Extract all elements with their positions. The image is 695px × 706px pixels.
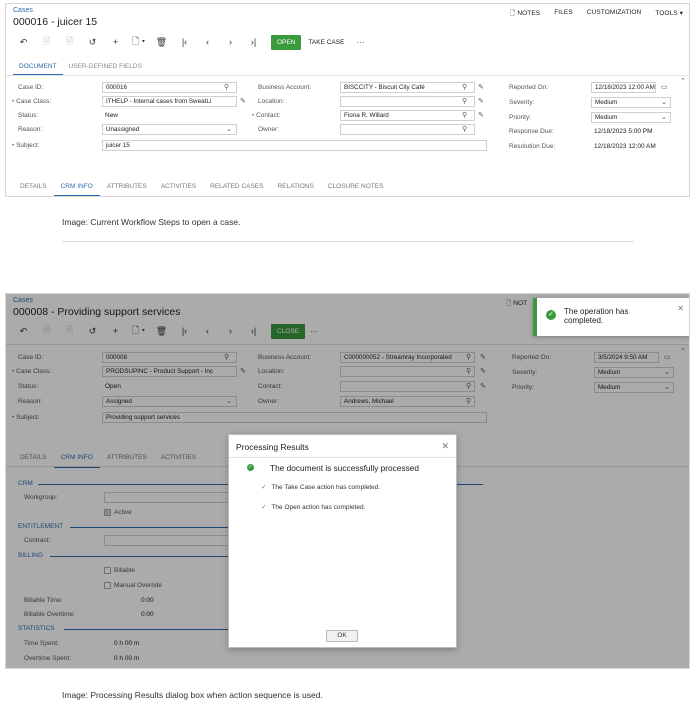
bottom-tabs: DETAILS CRM INFO ATTRIBUTES ACTIVITIES R… bbox=[13, 180, 391, 196]
chevron-down-icon[interactable]: ⌄ bbox=[226, 125, 232, 133]
collapse-chevron-icon[interactable]: ⌃ bbox=[680, 77, 686, 85]
reason-label: Reason: bbox=[18, 126, 43, 133]
save-close-icon[interactable]: 🗎 bbox=[58, 34, 81, 50]
previous-record-icon[interactable]: ‹ bbox=[196, 37, 219, 47]
cancel-icon[interactable]: ↺ bbox=[81, 37, 104, 48]
delete-icon[interactable]: 🗑 bbox=[150, 37, 173, 48]
edit-pencil-icon[interactable]: ✎ bbox=[478, 111, 484, 119]
open-button[interactable]: OPEN bbox=[271, 34, 302, 50]
divider bbox=[6, 196, 689, 197]
tab-relations[interactable]: RELATIONS bbox=[270, 180, 320, 196]
check-icon: ✓ bbox=[261, 504, 267, 511]
case-id-label: Case ID: bbox=[18, 84, 44, 91]
response-due-value: 12/18/2023 5:00 PM bbox=[594, 128, 653, 135]
case-class-label: Case Class: bbox=[12, 98, 51, 105]
owner-label: Owner: bbox=[258, 126, 279, 133]
search-icon[interactable]: ⚲ bbox=[462, 83, 467, 91]
response-due-label: Response Due: bbox=[509, 128, 554, 135]
edit-pencil-icon[interactable]: ✎ bbox=[478, 97, 484, 105]
location-label: Location: bbox=[258, 98, 285, 105]
resolution-due-label: Resolution Due: bbox=[509, 143, 556, 150]
dialog-title: Processing Results bbox=[236, 442, 309, 452]
toolbar: ↶ 🗎 🗎 ↺ + 🗋 ▾ 🗑 |‹ ‹ › ›| OPEN TAKE CASE… bbox=[12, 34, 369, 50]
customization-link[interactable]: CUSTOMIZATION bbox=[587, 9, 642, 20]
next-record-icon[interactable]: › bbox=[219, 37, 242, 47]
case-screen-processing: Cases 000008 - Providing support service… bbox=[5, 293, 690, 669]
ok-button[interactable]: OK bbox=[326, 630, 358, 642]
more-actions-icon[interactable]: ··· bbox=[351, 38, 369, 47]
owner-input[interactable] bbox=[340, 124, 475, 135]
chevron-down-icon[interactable]: ⌄ bbox=[661, 98, 667, 106]
status-label: Status: bbox=[18, 112, 39, 119]
case-id-input[interactable]: 000016 bbox=[102, 82, 237, 93]
tab-document[interactable]: DOCUMENT bbox=[13, 60, 63, 76]
breadcrumb[interactable]: Cases bbox=[13, 7, 33, 14]
tab-user-defined-fields[interactable]: USER-DEFINED FIELDS bbox=[63, 60, 148, 76]
notes-link[interactable]: 🗋 NOTES bbox=[510, 9, 540, 20]
search-icon[interactable]: ⚲ bbox=[462, 97, 467, 105]
close-icon[interactable]: ✕ bbox=[677, 304, 684, 313]
top-links: 🗋 NOTES FILES CUSTOMIZATION TOOLS ▾ bbox=[510, 9, 683, 20]
reported-on-label: Reported On: bbox=[509, 84, 549, 91]
separator bbox=[62, 241, 634, 242]
page-title: 000016 - juicer 15 bbox=[13, 16, 98, 28]
copy-icon[interactable]: 🗋 ▾ bbox=[127, 34, 150, 50]
toast-message: The operation has completed. bbox=[564, 307, 629, 325]
case-screen-open: Cases 000016 - juicer 15 🗋 NOTES FILES C… bbox=[5, 3, 690, 197]
search-icon[interactable]: ⚲ bbox=[462, 111, 467, 119]
resolution-due-value: 12/18/2023 12:00 AM bbox=[594, 143, 656, 150]
reported-on-input[interactable]: 12/18/2023 12:00 AM bbox=[591, 82, 656, 93]
divider bbox=[6, 75, 689, 76]
search-icon[interactable]: ⚲ bbox=[224, 83, 229, 91]
business-account-input[interactable]: BISCCITY - Biscuit City Café bbox=[340, 82, 475, 93]
take-case-button[interactable]: TAKE CASE bbox=[301, 35, 351, 50]
caption-2: Image: Processing Results dialog box whe… bbox=[62, 690, 323, 700]
success-toast: ✓ The operation has completed. ✕ bbox=[533, 298, 689, 336]
add-icon[interactable]: + bbox=[104, 37, 127, 47]
dialog-main-message: The document is successfully processed bbox=[270, 463, 419, 473]
tab-related-cases[interactable]: RELATED CASES bbox=[203, 180, 270, 196]
reason-select[interactable]: Unassigned bbox=[102, 124, 237, 135]
tab-crm-info[interactable]: CRM INFO bbox=[53, 180, 100, 196]
save-icon[interactable]: 🗎 bbox=[35, 34, 58, 50]
first-record-icon[interactable]: |‹ bbox=[173, 37, 196, 47]
priority-label: Priority: bbox=[509, 114, 532, 121]
contact-input[interactable]: Fiona R. Willard bbox=[340, 110, 475, 121]
check-circle-icon: ✓ bbox=[546, 310, 556, 320]
business-account-label: Business Account: bbox=[258, 84, 312, 91]
last-record-icon[interactable]: ›| bbox=[242, 37, 265, 47]
caption-1: Image: Current Workflow Steps to open a … bbox=[62, 217, 241, 227]
edit-pencil-icon[interactable]: ✎ bbox=[478, 83, 484, 91]
contact-label: Contact: bbox=[252, 112, 280, 119]
undo-icon[interactable]: ↶ bbox=[12, 37, 35, 48]
check-circle-icon: ✓ bbox=[247, 464, 254, 471]
severity-select[interactable]: Medium bbox=[591, 97, 671, 108]
tab-activities[interactable]: ACTIVITIES bbox=[154, 180, 203, 196]
location-input[interactable] bbox=[340, 96, 475, 107]
status-value: New bbox=[105, 112, 119, 119]
subject-label: Subject: bbox=[12, 142, 40, 149]
tools-menu[interactable]: TOOLS ▾ bbox=[655, 9, 683, 20]
tab-details[interactable]: DETAILS bbox=[13, 180, 54, 196]
tab-attributes[interactable]: ATTRIBUTES bbox=[100, 180, 154, 196]
tab-closure-notes[interactable]: CLOSURE NOTES bbox=[321, 180, 391, 196]
chevron-down-icon[interactable]: ⌄ bbox=[661, 113, 667, 121]
processing-results-dialog: Processing Results ✕ ✓ The document is s… bbox=[228, 434, 457, 648]
severity-label: Severity: bbox=[509, 99, 535, 106]
edit-pencil-icon[interactable]: ✎ bbox=[240, 97, 246, 105]
top-tabs: DOCUMENT USER-DEFINED FIELDS bbox=[13, 60, 148, 76]
result-row: ✓ The Open action has completed. bbox=[261, 504, 366, 511]
result-row: ✓ The Take Case action has completed. bbox=[261, 484, 381, 491]
calendar-icon[interactable]: ▭ bbox=[661, 83, 668, 91]
files-link[interactable]: FILES bbox=[554, 9, 573, 20]
case-class-input[interactable]: ITHELP - Internal cases from SweatLi bbox=[102, 96, 237, 107]
check-icon: ✓ bbox=[261, 484, 267, 491]
subject-input[interactable]: juicer 15 bbox=[102, 140, 487, 151]
divider bbox=[229, 457, 456, 458]
search-icon[interactable]: ⚲ bbox=[462, 125, 467, 133]
priority-select[interactable]: Medium bbox=[591, 112, 671, 123]
close-icon[interactable]: ✕ bbox=[441, 441, 449, 452]
